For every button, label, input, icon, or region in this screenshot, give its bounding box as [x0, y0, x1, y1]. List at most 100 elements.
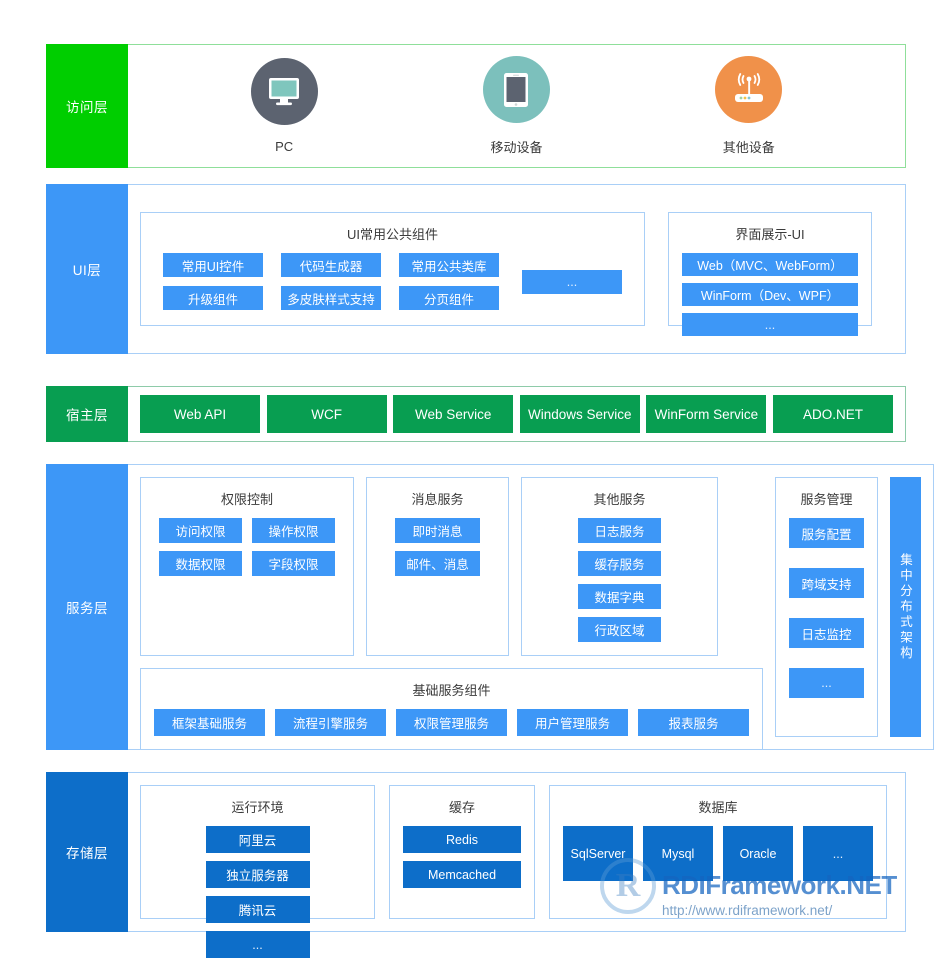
card-cache: 缓存 Redis Memcached [389, 785, 535, 919]
chip-common-class-library[interactable]: 常用公共类库 [399, 253, 499, 277]
chip-web-mvc-webform[interactable]: Web（MVC、WebForm） [682, 253, 858, 276]
device-other-label: 其他设备 [722, 140, 775, 155]
service-right-column: 服务管理 服务配置 跨域支持 日志监控 ... 集中分布式架构 [775, 477, 921, 737]
chip-wcf[interactable]: WCF [266, 395, 387, 433]
layer-host-label: 宿主层 [46, 386, 128, 442]
card-database: 数据库 SqlServer Mysql Oracle ... [549, 785, 887, 919]
cache-chip-grid: Redis Memcached [403, 826, 521, 888]
chip-log-service[interactable]: 日志服务 [578, 518, 661, 543]
chip-redis[interactable]: Redis [403, 826, 521, 853]
card-cache-title: 缓存 [448, 800, 475, 815]
card-message-title: 消息服务 [411, 492, 464, 507]
chip-user-management-service[interactable]: 用户管理服务 [517, 709, 628, 736]
card-permission-title: 权限控制 [220, 492, 273, 507]
chip-mysql[interactable]: Mysql [643, 826, 713, 881]
layer-host: 宿主层 Web API WCF Web Service Windows Serv… [46, 386, 906, 442]
layer-access-body: PC 移动设备 其他设备 [128, 44, 906, 168]
chip-cross-domain-support[interactable]: 跨域支持 [789, 568, 864, 598]
permission-chip-grid: 访问权限 操作权限 数据权限 字段权限 [154, 518, 340, 576]
base-chip-grid: 框架基础服务 流程引擎服务 权限管理服务 用户管理服务 报表服务 [154, 709, 749, 736]
chip-windows-service[interactable]: Windows Service [519, 395, 640, 433]
chip-workflow-engine-service[interactable]: 流程引擎服务 [275, 709, 386, 736]
wireless-router-icon [715, 56, 783, 123]
chip-memcached[interactable]: Memcached [403, 861, 521, 888]
card-other-service: 其他服务 日志服务 缓存服务 数据字典 行政区域 [521, 477, 718, 656]
layer-service: 服务层 权限控制 访问权限 操作权限 数据权限 字段权限 消息服务 即时消息 邮… [46, 464, 934, 750]
layer-ui-body: UI常用公共组件 常用UI控件 代码生成器 常用公共类库 升级组件 多皮肤样式支… [128, 184, 906, 354]
chip-multi-skin-support[interactable]: 多皮肤样式支持 [281, 286, 381, 310]
chip-web-service[interactable]: Web Service [393, 395, 514, 433]
chip-cache-service[interactable]: 缓存服务 [578, 551, 661, 576]
card-permission-control: 权限控制 访问权限 操作权限 数据权限 字段权限 [140, 477, 354, 656]
device-other[interactable]: 其他设备 [715, 56, 783, 156]
chip-code-generator[interactable]: 代码生成器 [281, 253, 381, 277]
chip-access-permission[interactable]: 访问权限 [159, 518, 242, 543]
chip-mail-message[interactable]: 邮件、消息 [395, 551, 480, 576]
service-top-row: 权限控制 访问权限 操作权限 数据权限 字段权限 消息服务 即时消息 邮件、消息… [140, 477, 763, 656]
chip-runtime-more[interactable]: ... [205, 931, 310, 958]
layer-storage-body: 运行环境 阿里云 独立服务器 腾讯云 ... 缓存 Redis Memcache… [128, 772, 906, 958]
chip-report-service[interactable]: 报表服务 [638, 709, 749, 736]
chip-instant-message[interactable]: 即时消息 [395, 518, 480, 543]
chip-winform-service[interactable]: WinForm Service [646, 395, 767, 433]
chip-web-api[interactable]: Web API [140, 395, 260, 433]
ui-display-col: Web（MVC、WebForm） WinForm（Dev、WPF） ... [682, 253, 858, 336]
device-pc[interactable]: PC [250, 58, 318, 154]
layer-access: 访问层 PC 移动设备 其他设备 [46, 44, 906, 168]
layer-access-label: 访问层 [46, 44, 128, 168]
layer-storage-label: 存储层 [46, 772, 128, 932]
chip-ado-net[interactable]: ADO.NET [772, 395, 893, 433]
chip-data-dictionary[interactable]: 数据字典 [578, 584, 661, 609]
chip-oracle[interactable]: Oracle [723, 826, 793, 881]
chip-ui-control[interactable]: 常用UI控件 [163, 253, 263, 277]
layer-ui: UI层 UI常用公共组件 常用UI控件 代码生成器 常用公共类库 升级组件 多皮… [46, 184, 906, 354]
tablet-device-icon [482, 56, 550, 123]
card-base-title: 基础服务组件 [412, 683, 491, 698]
service-content: 权限控制 访问权限 操作权限 数据权限 字段权限 消息服务 即时消息 邮件、消息… [128, 465, 933, 750]
chip-tencent-cloud[interactable]: 腾讯云 [205, 896, 310, 923]
ui-common-row-1: 常用UI控件 代码生成器 常用公共类库 [163, 253, 499, 277]
card-ui-common-components: UI常用公共组件 常用UI控件 代码生成器 常用公共类库 升级组件 多皮肤样式支… [140, 212, 645, 326]
card-ui-display: 界面展示-UI Web（MVC、WebForm） WinForm（Dev、WPF… [668, 212, 872, 336]
chip-data-permission[interactable]: 数据权限 [159, 551, 242, 576]
card-service-management: 服务管理 服务配置 跨域支持 日志监控 ... [775, 477, 878, 737]
chip-winform-dev-wpf[interactable]: WinForm（Dev、WPF） [682, 283, 858, 306]
card-ui-common-title: UI常用公共组件 [346, 227, 438, 242]
chip-database-more[interactable]: ... [803, 826, 873, 881]
device-mobile[interactable]: 移动设备 [482, 56, 550, 156]
chip-upgrade-component[interactable]: 升级组件 [163, 286, 263, 310]
chip-ui-display-more[interactable]: ... [682, 313, 858, 336]
card-runtime-environment: 运行环境 阿里云 独立服务器 腾讯云 ... [140, 785, 375, 958]
ui-common-grid: 常用UI控件 代码生成器 常用公共类库 升级组件 多皮肤样式支持 分页组件 [163, 253, 499, 310]
card-database-title: 数据库 [698, 800, 738, 815]
ui-common-row-2: 升级组件 多皮肤样式支持 分页组件 [163, 286, 499, 310]
chip-field-permission[interactable]: 字段权限 [252, 551, 335, 576]
layer-storage: 存储层 运行环境 阿里云 独立服务器 腾讯云 ... 缓存 Redis Memc… [46, 772, 906, 958]
chip-sqlserver[interactable]: SqlServer [563, 826, 633, 881]
card-runtime-title: 运行环境 [231, 800, 284, 815]
chip-paging-component[interactable]: 分页组件 [399, 286, 499, 310]
chip-service-config[interactable]: 服务配置 [789, 518, 864, 548]
database-chip-grid: SqlServer Mysql Oracle ... [563, 826, 873, 881]
card-message-service: 消息服务 即时消息 邮件、消息 [366, 477, 509, 656]
architecture-diagram: 访问层 PC 移动设备 其他设备 UI层 UI常用公共组件 常用UI控件 代码生… [0, 0, 940, 965]
chip-log-monitoring[interactable]: 日志监控 [789, 618, 864, 648]
desktop-monitor-icon [250, 58, 318, 125]
card-ui-display-title: 界面展示-UI [735, 227, 805, 242]
chip-service-management-more[interactable]: ... [789, 668, 864, 698]
chip-framework-base-service[interactable]: 框架基础服务 [154, 709, 265, 736]
other-chip-grid: 日志服务 缓存服务 数据字典 行政区域 [535, 518, 704, 642]
chip-operation-permission[interactable]: 操作权限 [252, 518, 335, 543]
layer-service-body: 权限控制 访问权限 操作权限 数据权限 字段权限 消息服务 即时消息 邮件、消息… [128, 464, 934, 750]
chip-permission-management-service[interactable]: 权限管理服务 [396, 709, 507, 736]
chip-ui-common-more[interactable]: ... [522, 269, 622, 294]
card-other-title: 其他服务 [593, 492, 646, 507]
chip-administrative-region[interactable]: 行政区域 [578, 617, 661, 642]
chip-independent-server[interactable]: 独立服务器 [205, 861, 310, 888]
chip-aliyun[interactable]: 阿里云 [205, 826, 310, 853]
host-chip-row: Web API WCF Web Service Windows Service … [128, 395, 905, 433]
service-management-col: 服务配置 跨域支持 日志监控 ... [789, 518, 864, 698]
card-service-management-title: 服务管理 [800, 492, 853, 507]
runtime-chip-grid: 阿里云 独立服务器 腾讯云 ... [154, 826, 361, 958]
device-list: PC 移动设备 其他设备 [128, 56, 905, 156]
